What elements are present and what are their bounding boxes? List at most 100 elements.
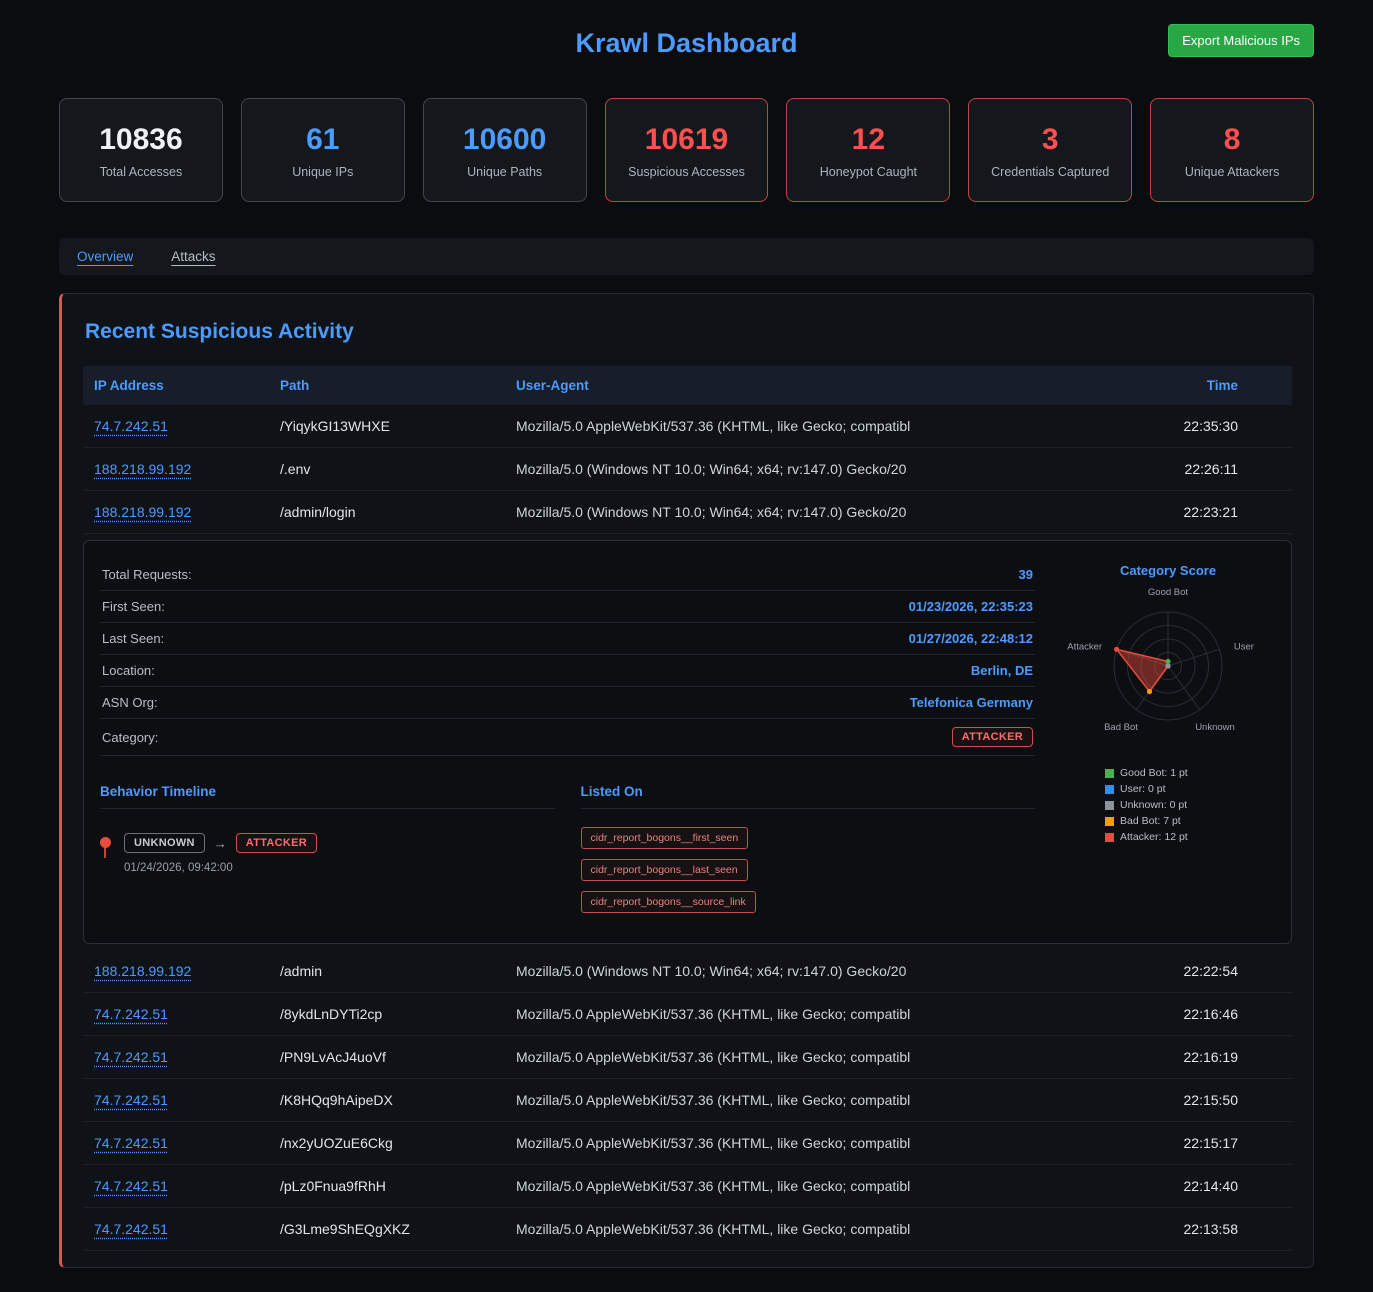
arrow-right-icon: → <box>214 836 227 851</box>
tab-attacks[interactable]: Attacks <box>171 249 215 264</box>
stat-value: 10600 <box>430 123 580 156</box>
category-score-radar-chart: Good BotUserUnknownBad BotAttacker <box>1061 578 1275 754</box>
ip-link[interactable]: 74.7.242.51 <box>94 418 168 434</box>
path-cell: /admin/login <box>269 504 505 520</box>
category-score-section: Category Score Good BotUserUnknownBad Bo… <box>1061 559 1275 913</box>
stat-label: Unique Attackers <box>1157 165 1307 179</box>
time-cell: 22:14:40 <box>1122 1178 1292 1194</box>
table-header-row: IP AddressPathUser-AgentTime <box>83 366 1292 405</box>
time-cell: 22:22:54 <box>1122 963 1292 979</box>
field-label: ASN Org: <box>102 695 158 710</box>
stat-card-unique-ips: 61 Unique IPs <box>241 98 405 202</box>
user-agent-cell: Mozilla/5.0 AppleWebKit/537.36 (KHTML, l… <box>505 1092 1122 1108</box>
svg-text:Attacker: Attacker <box>1067 642 1102 653</box>
legend-label: User: 0 pt <box>1120 783 1166 795</box>
field-value: Berlin, DE <box>971 663 1033 678</box>
header: Krawl Dashboard Export Malicious IPs <box>59 16 1314 76</box>
ip-detail-fields: Total Requests: 39 First Seen: 01/23/202… <box>100 559 1035 756</box>
ip-link[interactable]: 188.218.99.192 <box>94 963 191 979</box>
detail-field-first-seen: First Seen: 01/23/2026, 22:35:23 <box>100 591 1035 623</box>
stat-value: 10619 <box>612 123 762 156</box>
ip-link[interactable]: 188.218.99.192 <box>94 461 191 477</box>
svg-text:Bad Bot: Bad Bot <box>1104 722 1138 733</box>
column-header-ip-address: IP Address <box>83 378 269 393</box>
time-cell: 22:15:17 <box>1122 1135 1292 1151</box>
detail-field-last-seen: Last Seen: 01/27/2026, 22:48:12 <box>100 623 1035 655</box>
table-row[interactable]: 74.7.242.51 /PN9LvAcJ4uoVf Mozilla/5.0 A… <box>83 1036 1292 1079</box>
user-agent-cell: Mozilla/5.0 AppleWebKit/537.36 (KHTML, l… <box>505 1221 1122 1237</box>
svg-text:Unknown: Unknown <box>1195 722 1235 733</box>
column-header-user-agent: User-Agent <box>505 378 1122 393</box>
listed-on-title: Listed On <box>581 784 1036 809</box>
stat-value: 10836 <box>66 123 216 156</box>
listed-on-badge[interactable]: cidr_report_bogons__first_seen <box>581 827 749 849</box>
stat-card-credentials-captured: 3 Credentials Captured <box>968 98 1132 202</box>
path-cell: /admin <box>269 963 505 979</box>
user-agent-cell: Mozilla/5.0 AppleWebKit/537.36 (KHTML, l… <box>505 1135 1122 1151</box>
stat-value: 3 <box>975 123 1125 156</box>
stat-card-suspicious-accesses: 10619 Suspicious Accesses <box>605 98 769 202</box>
timeline-marker-icon <box>100 837 111 848</box>
legend-label: Attacker: 12 pt <box>1120 831 1188 843</box>
ip-link[interactable]: 74.7.242.51 <box>94 1049 168 1065</box>
stat-label: Honeypot Caught <box>793 165 943 179</box>
field-label: Total Requests: <box>102 567 192 582</box>
legend-label: Bad Bot: 7 pt <box>1120 815 1181 827</box>
stat-label: Unique Paths <box>430 165 580 179</box>
suspicious-activity-table: IP AddressPathUser-AgentTime 74.7.242.51… <box>83 366 1292 1251</box>
stat-card-honeypot-caught: 12 Honeypot Caught <box>786 98 950 202</box>
column-header-time: Time <box>1122 378 1292 393</box>
detail-field-total-requests: Total Requests: 39 <box>100 559 1035 591</box>
detail-field-location: Location: Berlin, DE <box>100 655 1035 687</box>
ip-link[interactable]: 188.218.99.192 <box>94 504 191 520</box>
tab-overview[interactable]: Overview <box>77 249 133 264</box>
path-cell: /nx2yUOZuE6Ckg <box>269 1135 505 1151</box>
time-cell: 22:16:46 <box>1122 1006 1292 1022</box>
field-label: Last Seen: <box>102 631 164 646</box>
ip-link[interactable]: 74.7.242.51 <box>94 1178 168 1194</box>
time-cell: 22:35:30 <box>1122 418 1292 434</box>
legend-swatch <box>1105 785 1114 794</box>
table-row[interactable]: 74.7.242.51 /YiqykGI13WHXE Mozilla/5.0 A… <box>83 405 1292 448</box>
listed-on-badge[interactable]: cidr_report_bogons__last_seen <box>581 859 748 881</box>
behavior-timeline-section: Behavior Timeline UNKNOWN → ATTACKER <box>100 784 555 913</box>
field-value: Telefonica Germany <box>910 695 1033 710</box>
time-cell: 22:16:19 <box>1122 1049 1292 1065</box>
user-agent-cell: Mozilla/5.0 (Windows NT 10.0; Win64; x64… <box>505 963 1122 979</box>
export-malicious-ips-button[interactable]: Export Malicious IPs <box>1168 24 1314 57</box>
stat-label: Total Accesses <box>66 165 216 179</box>
ip-link[interactable]: 74.7.242.51 <box>94 1135 168 1151</box>
time-cell: 22:26:11 <box>1122 461 1292 477</box>
table-row[interactable]: 74.7.242.51 /G3Lme9ShEQgXKZ Mozilla/5.0 … <box>83 1208 1292 1251</box>
timeline-entry: UNKNOWN → ATTACKER 01/24/2026, 09:42:00 <box>100 833 555 874</box>
time-cell: 22:23:21 <box>1122 504 1292 520</box>
table-row[interactable]: 74.7.242.51 /nx2yUOZuE6Ckg Mozilla/5.0 A… <box>83 1122 1292 1165</box>
field-value: 01/27/2026, 22:48:12 <box>909 631 1033 646</box>
stat-card-unique-paths: 10600 Unique Paths <box>423 98 587 202</box>
table-row[interactable]: 74.7.242.51 /K8HQq9hAipeDX Mozilla/5.0 A… <box>83 1079 1292 1122</box>
legend-swatch <box>1105 817 1114 826</box>
path-cell: /YiqykGI13WHXE <box>269 418 505 434</box>
panel-title: Recent Suspicious Activity <box>85 320 1292 344</box>
table-row[interactable]: 188.218.99.192 /.env Mozilla/5.0 (Window… <box>83 448 1292 491</box>
table-row[interactable]: 188.218.99.192 /admin/login Mozilla/5.0 … <box>83 491 1292 534</box>
legend-item-good-bot-1-pt: Good Bot: 1 pt <box>1105 767 1275 779</box>
chart-legend: Good Bot: 1 pt User: 0 pt Unknown: 0 pt … <box>1061 767 1275 843</box>
legend-item-bad-bot-7-pt: Bad Bot: 7 pt <box>1105 815 1275 827</box>
table-row[interactable]: 188.218.99.192 /admin Mozilla/5.0 (Windo… <box>83 950 1292 993</box>
category-from-badge: UNKNOWN <box>124 833 205 853</box>
timeline-timestamp: 01/24/2026, 09:42:00 <box>124 862 317 874</box>
listed-on-badge[interactable]: cidr_report_bogons__source_link <box>581 891 756 913</box>
ip-link[interactable]: 74.7.242.51 <box>94 1006 168 1022</box>
table-row[interactable]: 74.7.242.51 /8ykdLnDYTi2cp Mozilla/5.0 A… <box>83 993 1292 1036</box>
ip-link[interactable]: 74.7.242.51 <box>94 1092 168 1108</box>
legend-item-unknown-0-pt: Unknown: 0 pt <box>1105 799 1275 811</box>
listed-on-section: Listed On cidr_report_bogons__first_seen… <box>581 784 1036 913</box>
recent-suspicious-activity-panel: Recent Suspicious Activity IP AddressPat… <box>59 293 1314 1268</box>
ip-link[interactable]: 74.7.242.51 <box>94 1221 168 1237</box>
field-label: Category: <box>102 730 158 745</box>
table-row[interactable]: 74.7.242.51 /pLz0Fnua9fRhH Mozilla/5.0 A… <box>83 1165 1292 1208</box>
field-value: 39 <box>1019 567 1033 582</box>
tab-bar: Overview Attacks <box>59 238 1314 275</box>
detail-field-asn-org: ASN Org: Telefonica Germany <box>100 687 1035 719</box>
